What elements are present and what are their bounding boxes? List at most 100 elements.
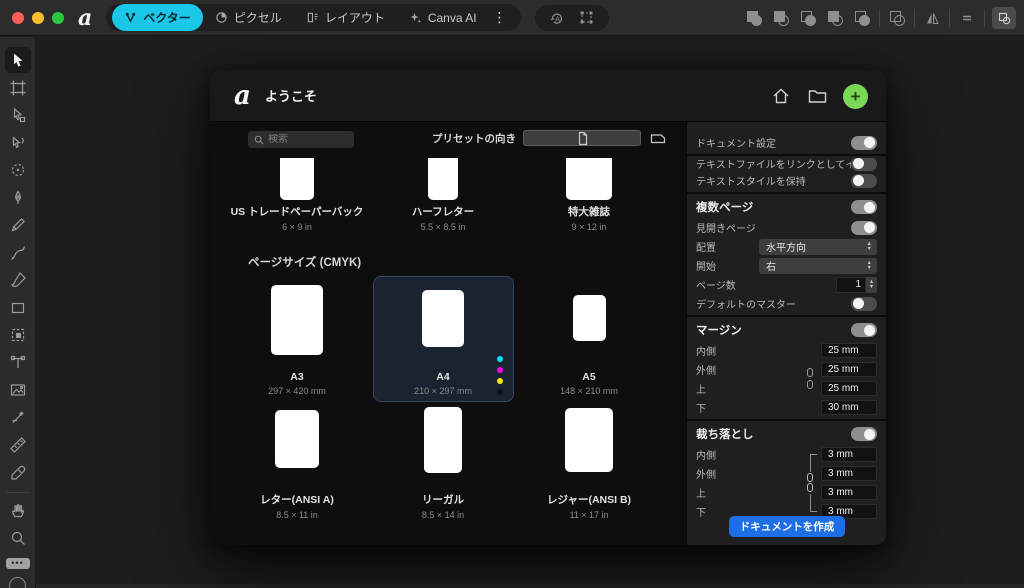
select-all-icon[interactable]: [577, 8, 597, 28]
document-setup-row: ドキュメント設定: [687, 133, 886, 152]
preset-legal[interactable]: リーガル 8.5 × 14 in: [373, 488, 513, 520]
move-tool[interactable]: [5, 47, 31, 73]
bleed-label: 裁ち落とし: [696, 426, 851, 442]
margins-toggle[interactable]: [851, 323, 877, 337]
boolean-add-icon[interactable]: [744, 8, 764, 28]
boolean-subtract-icon[interactable]: [771, 8, 791, 28]
import-linked-toggle[interactable]: [851, 158, 877, 171]
folder-open-icon[interactable]: [806, 85, 829, 107]
more-tools-button[interactable]: •••: [6, 558, 30, 569]
margin-top-input[interactable]: 25 mm: [821, 381, 877, 396]
tab-pixel[interactable]: ピクセル: [203, 4, 294, 31]
rectangle-tool[interactable]: [5, 295, 31, 321]
top-toolbar: a ベクター ピクセル レイアウト: [0, 0, 1024, 36]
more-personas-menu-icon[interactable]: ⋮: [489, 9, 515, 26]
boolean-divide-icon[interactable]: [825, 8, 845, 28]
pencil-tool[interactable]: [5, 212, 31, 238]
preset-a4-label[interactable]: A4 210 × 297 mm: [373, 367, 513, 396]
page-thumbnail-letter: [275, 410, 319, 468]
style-picker-tool[interactable]: [5, 405, 31, 431]
zoom-window-button[interactable]: [52, 12, 64, 24]
page-thumbnail-legal: [424, 407, 462, 473]
preset-size: 9 × 12 in: [519, 222, 659, 232]
page-count-input[interactable]: 1: [836, 277, 866, 293]
insert-target-icon[interactable]: [992, 7, 1016, 29]
paint-brush-tool[interactable]: [5, 267, 31, 293]
selection-brush-tool[interactable]: [5, 157, 31, 183]
preset-size: 5.5 × 8.5 in: [373, 222, 513, 232]
boolean-intersect-icon[interactable]: [798, 8, 818, 28]
svg-text:A: A: [555, 16, 560, 23]
start-value: 右: [766, 258, 776, 273]
page-count-stepper[interactable]: ▲▼: [866, 277, 877, 293]
artboard-tool[interactable]: [5, 75, 31, 101]
bleed-inner-input[interactable]: 3 mm: [821, 447, 877, 462]
close-window-button[interactable]: [12, 12, 24, 24]
keep-text-styles-label: テキストスタイルを保持: [696, 173, 851, 188]
default-master-toggle[interactable]: [851, 297, 877, 311]
hand-tool[interactable]: [5, 497, 31, 523]
text-import-icon[interactable]: A: [547, 8, 567, 28]
pen-tool[interactable]: [5, 185, 31, 211]
preset-letter-ansi-a[interactable]: レター(ANSI A) 8.5 × 11 in: [227, 488, 367, 520]
multi-page-toggle[interactable]: [851, 200, 877, 214]
bleed-toggle[interactable]: [851, 427, 877, 441]
new-document-dialog: a ようこそ + プリセットの向き: [210, 70, 886, 545]
affinity-logo: a: [78, 7, 92, 29]
search-input[interactable]: [268, 134, 348, 145]
keep-text-styles-toggle[interactable]: [851, 174, 877, 188]
portrait-orientation-icon[interactable]: [523, 130, 641, 146]
landscape-orientation-icon[interactable]: [648, 128, 668, 148]
tab-layout[interactable]: レイアウト: [294, 4, 397, 31]
arrange-select[interactable]: 水平方向 ▲▼: [759, 239, 877, 255]
import-linked-label: テキストファイルをリンクとしてインポート: [696, 158, 851, 171]
search-box[interactable]: [248, 131, 354, 148]
color-picker-tool[interactable]: [5, 460, 31, 486]
preset-a3[interactable]: A3 297 × 420 mm: [227, 367, 367, 396]
bleed-top-input[interactable]: 3 mm: [821, 485, 877, 500]
tab-vector[interactable]: ベクター: [112, 4, 203, 31]
dialog-title: ようこそ: [265, 86, 317, 105]
preset-name: A4: [373, 371, 513, 383]
margin-bottom-input[interactable]: 30 mm: [821, 400, 877, 415]
create-document-button[interactable]: ドキュメントを作成: [729, 516, 845, 537]
tab-vector-label: ベクター: [143, 9, 191, 26]
image-frame-tool[interactable]: [5, 377, 31, 403]
home-icon[interactable]: [770, 85, 792, 107]
preset-a5[interactable]: A5 148 × 210 mm: [519, 367, 659, 396]
margin-inner-input[interactable]: 25 mm: [821, 343, 877, 358]
fill-stroke-color-wells[interactable]: [6, 577, 30, 588]
zoom-tool[interactable]: [5, 525, 31, 551]
power-duplicate-icon[interactable]: [887, 8, 907, 28]
start-select[interactable]: 右 ▲▼: [759, 258, 877, 274]
preset-name: ハーフレター: [373, 204, 513, 219]
preset-ledger-ansi-b[interactable]: レジャー(ANSI B) 11 × 17 in: [519, 488, 659, 520]
new-document-plus-button[interactable]: +: [843, 84, 868, 109]
margins-unlink-chain-icon[interactable]: [807, 368, 814, 390]
margin-outer-input[interactable]: 25 mm: [821, 362, 877, 377]
vector-brush-tool[interactable]: [5, 240, 31, 266]
boolean-combine-icon[interactable]: [852, 8, 872, 28]
alignment-icon[interactable]: [957, 8, 977, 28]
tab-canva-ai[interactable]: Canva AI: [397, 4, 489, 31]
bleed-link-chain-icon[interactable]: [807, 472, 814, 494]
bleed-top-label: 上: [696, 485, 821, 500]
bleed-inner-label: 内側: [696, 447, 821, 462]
bleed-outer-input[interactable]: 3 mm: [821, 466, 877, 481]
tools-panel: •••: [0, 37, 36, 588]
contour-tool[interactable]: [5, 130, 31, 156]
document-setup-toggle[interactable]: [851, 136, 877, 150]
preset-half-letter[interactable]: ハーフレター 5.5 × 8.5 in: [373, 158, 513, 232]
measure-tool[interactable]: [5, 432, 31, 458]
preset-us-trade-paperback[interactable]: US トレードペーパーバック 6 × 9 in: [227, 158, 367, 232]
page-thumbnail: [280, 158, 314, 200]
node-tool[interactable]: [5, 102, 31, 128]
minimize-window-button[interactable]: [32, 12, 44, 24]
pixel-selection-tool[interactable]: [5, 322, 31, 348]
facing-pages-toggle[interactable]: [851, 221, 877, 235]
app-window: a ベクター ピクセル レイアウト: [0, 0, 1024, 588]
text-tool[interactable]: [5, 350, 31, 376]
preset-extra-large-magazine[interactable]: 特大雑誌 9 × 12 in: [519, 158, 659, 232]
mirror-icon[interactable]: [922, 8, 942, 28]
preset-name: 特大雑誌: [519, 204, 659, 219]
